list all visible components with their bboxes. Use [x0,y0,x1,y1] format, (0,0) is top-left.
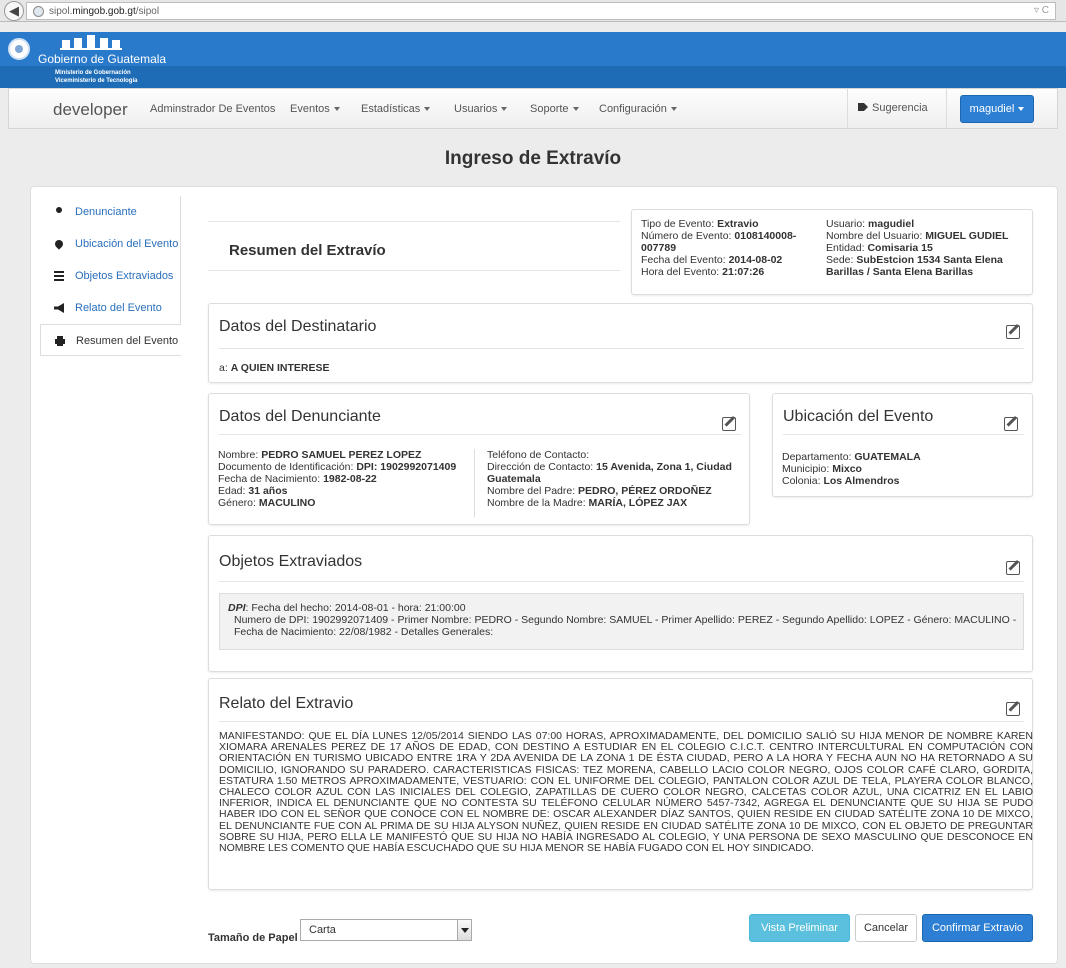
print-icon [55,336,65,346]
objetos-card: Objetos Extraviados DPI: Fecha del hecho… [208,535,1033,672]
suggest-label: Sugerencia [872,102,928,114]
dropdown-arrow-icon[interactable] [457,920,471,940]
gov-viceministry: Viceministerio de Tecnología [55,78,138,84]
globe-icon [33,6,44,17]
objetos-title: Objetos Extraviados [219,553,363,570]
edit-icon[interactable] [722,417,736,431]
event-info-left: Tipo de Evento: Extravio Número de Event… [641,218,797,278]
paper-size-select[interactable]: Carta [300,919,472,941]
map-marker-icon [53,238,65,250]
sidebar-item-label: Relato del Evento [75,302,162,314]
relato-title: Relato del Extravio [219,695,354,712]
sidebar-item-label: Denunciante [75,206,137,218]
caret-down-icon [501,107,508,112]
nav-soporte[interactable]: Soporte [530,103,579,115]
relato-card: Relato del Extravio MANIFESTANDO: QUE EL… [208,678,1033,890]
reload-icon[interactable]: ▿ C [1034,5,1049,16]
sidebar-item-relato[interactable]: Relato del Evento [40,292,181,324]
sidebar-item-ubicacion[interactable]: Ubicación del Evento [40,228,181,260]
edit-icon[interactable] [1006,561,1020,575]
browser-toolbar: ◀ sipol.mingob.gob.gt/sipol ▿ C [0,0,1066,22]
destinatario-title: Datos del Destinatario [219,318,377,335]
sidebar-item-denunciante[interactable]: Denunciante [40,196,181,228]
cancel-button[interactable]: Cancelar [855,914,917,942]
caret-down-icon [572,107,579,112]
destinatario-value: a: A QUIEN INTERESE [219,362,330,374]
sidebar-item-label: Objetos Extraviados [75,270,174,282]
brand[interactable]: developer [53,100,128,120]
url-text: sipol.mingob.gob.gt/sipol [49,6,160,17]
nav-adminstrador-eventos[interactable]: Adminstrador De Eventos [150,103,275,115]
guatemala-seal-icon [8,38,30,60]
edit-icon[interactable] [1006,325,1020,339]
event-info-right: Usuario: magudiel Nombre del Usuario: MI… [826,218,1009,278]
denunciante-left: Nombre: PEDRO SAMUEL PEREZ LOPEZ Documen… [218,449,457,509]
caret-down-icon [333,107,340,112]
sidebar: Denunciante Ubicación del Evento Objetos… [40,196,181,356]
sidebar-item-label: Ubicación del Evento [75,238,179,250]
page-title: Ingreso de Extravío [444,148,622,169]
objeto-item: DPI: Fecha del hecho: 2014-08-01 - hora:… [219,593,1024,650]
denunciante-right: Teléfono de Contacto: Dirección de Conta… [487,449,732,509]
bullhorn-icon [54,303,64,313]
caret-down-icon [424,107,431,112]
ubicacion-details: Departamento: GUATEMALA Municipio: Mixco… [782,451,921,487]
nav-usuarios[interactable]: Usuarios [454,103,508,115]
edit-icon[interactable] [1004,417,1018,431]
preview-button[interactable]: Vista Preliminar [749,914,850,942]
edit-icon[interactable] [1006,702,1020,716]
user-menu-button[interactable]: magudiel [960,95,1034,123]
relato-text: MANIFESTANDO: QUE EL DÍA LUNES 12/05/201… [219,730,1033,855]
gov-ministry: Ministerio de Gobernación [55,70,131,76]
paper-size-label: Tamaño de Papel [208,932,298,944]
caret-down-icon [1018,107,1025,112]
address-bar[interactable]: sipol.mingob.gob.gt/sipol ▿ C [26,2,1056,20]
user-icon [56,207,62,213]
suggest-button[interactable]: Sugerencia [847,89,947,128]
denunciante-card: Datos del Denunciante Nombre: PEDRO SAMU… [208,393,750,525]
top-navbar: developer Adminstrador De Eventos Evento… [8,88,1058,129]
paper-size-value: Carta [309,924,336,936]
destinatario-card: Datos del Destinatario a: A QUIEN INTERE… [208,303,1033,383]
event-info-box: Tipo de Evento: Extravio Número de Event… [631,209,1033,295]
back-arrow-icon[interactable]: ◀ [4,1,24,21]
nav-eventos[interactable]: Eventos [290,103,340,115]
denunciante-title: Datos del Denunciante [219,408,381,425]
palace-logo-icon [60,35,122,50]
nav-configuracion[interactable]: Configuración [599,103,677,115]
ubicacion-card: Ubicación del Evento Departamento: GUATE… [772,393,1033,497]
confirm-button[interactable]: Confirmar Extravio [922,914,1033,942]
ubicacion-title: Ubicación del Evento [783,408,934,425]
gov-title: Gobierno de Guatemala [38,52,167,66]
sidebar-item-resumen[interactable]: Resumen del Evento [40,324,181,356]
list-icon [54,271,64,281]
sidebar-item-objetos[interactable]: Objetos Extraviados [40,260,181,292]
tag-icon [858,103,868,111]
summary-title: Resumen del Extravío [229,242,386,259]
nav-estadisticas[interactable]: Estadísticas [361,103,431,115]
gov-banner: Gobierno de Guatemala Ministerio de Gobe… [0,32,1066,88]
sidebar-item-label: Resumen del Evento [76,335,179,347]
caret-down-icon [670,107,677,112]
